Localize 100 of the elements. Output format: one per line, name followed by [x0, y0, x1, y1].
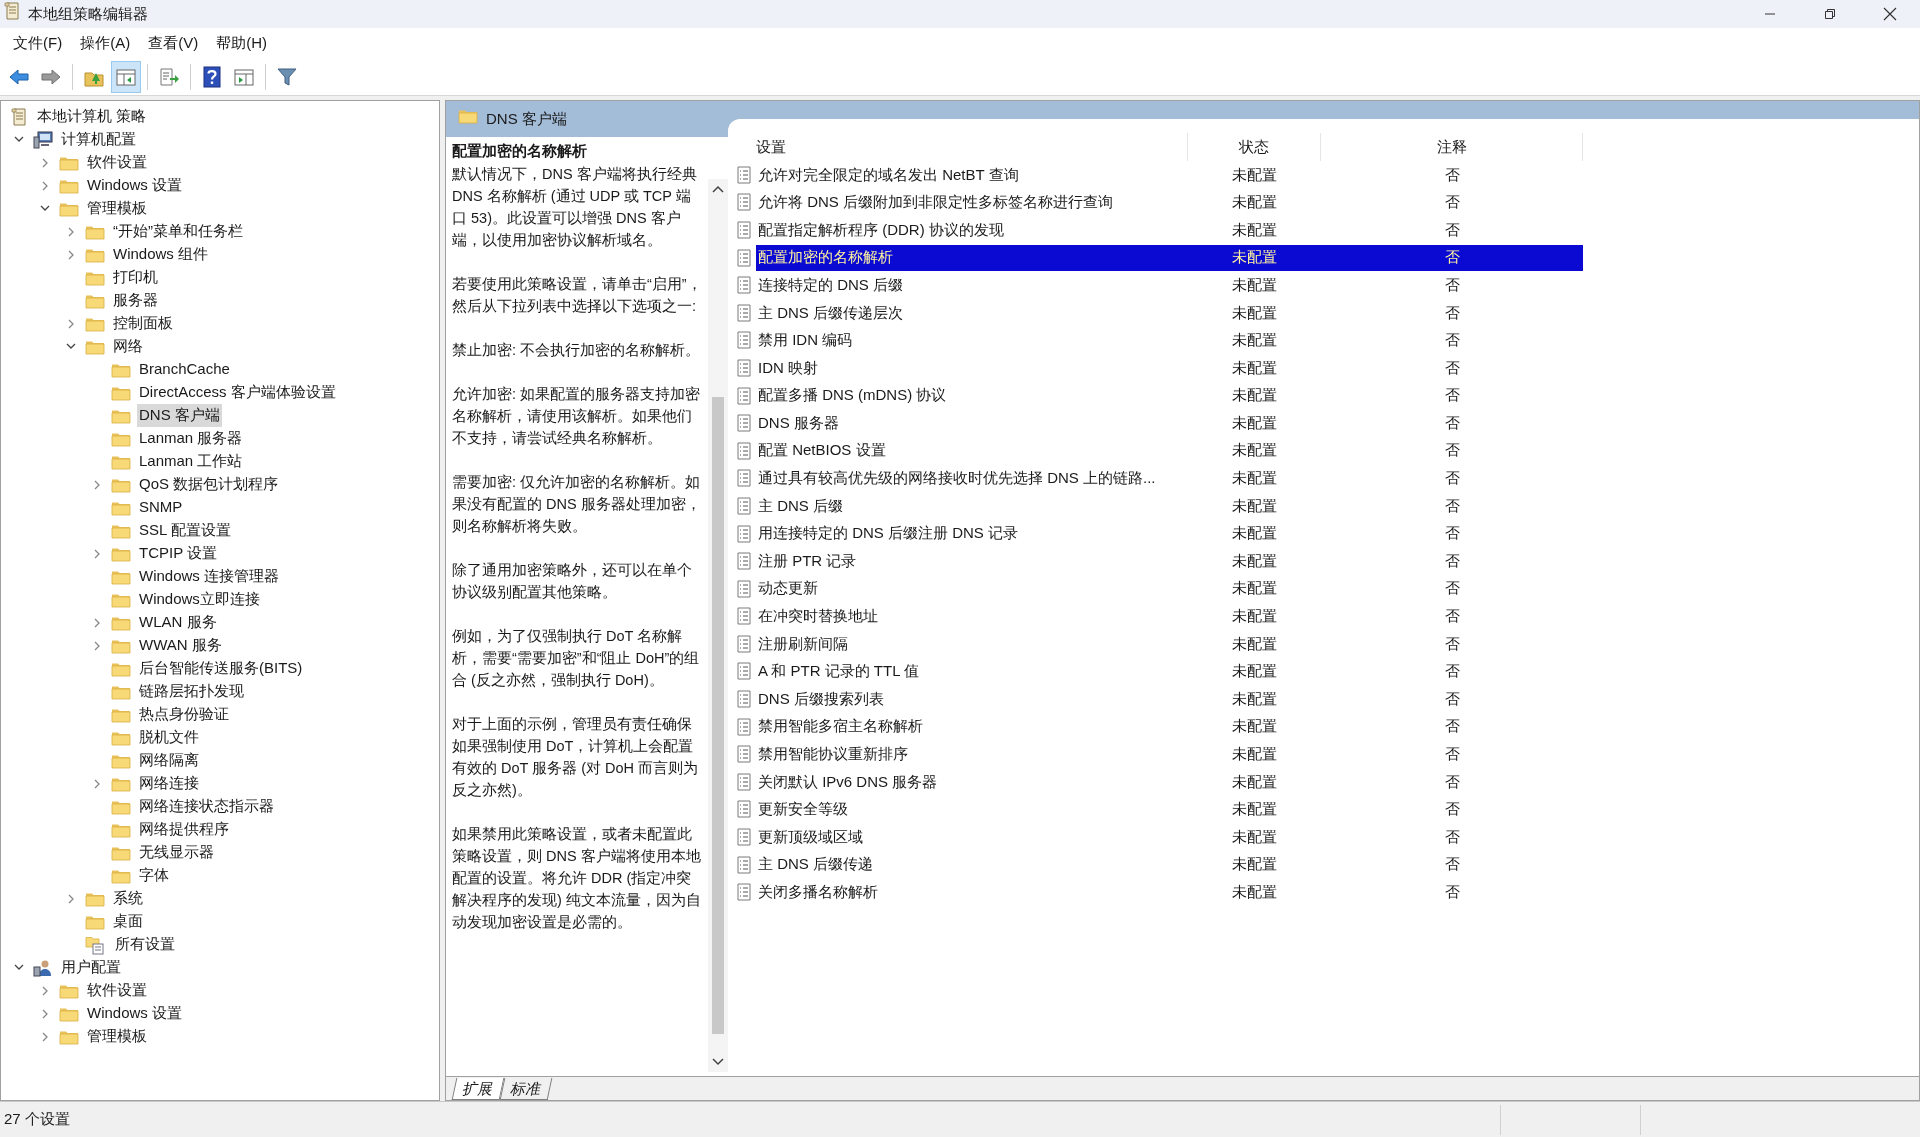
tree-item[interactable]: Windows 设置: [85, 174, 185, 197]
tree-item[interactable]: 网络: [111, 335, 145, 358]
tree-item[interactable]: BranchCache: [137, 358, 232, 381]
expand-chevron-icon[interactable]: [67, 893, 75, 904]
collapse-chevron-icon[interactable]: [14, 136, 24, 143]
tree-item[interactable]: 桌面: [111, 910, 145, 933]
tree-item[interactable]: TCPIP 设置: [137, 542, 220, 565]
column-header[interactable]: 设置: [736, 133, 1188, 161]
table-row[interactable]: 连接特定的 DNS 后缀 未配置 否: [756, 272, 1583, 299]
tree-item[interactable]: 打印机: [111, 266, 160, 289]
table-row[interactable]: 更新顶级域区域 未配置 否: [756, 824, 1583, 851]
table-row[interactable]: 配置 NetBIOS 设置 未配置 否: [756, 437, 1583, 464]
tree-item[interactable]: 所有设置: [113, 933, 177, 956]
tree-item[interactable]: Lanman 服务器: [137, 427, 245, 450]
tree-item[interactable]: 用户配置: [59, 956, 123, 979]
menu-item[interactable]: 文件(F): [4, 30, 72, 56]
tree-item[interactable]: 无线显示器: [137, 841, 216, 864]
expand-chevron-icon[interactable]: [41, 985, 49, 996]
table-row[interactable]: 注册刷新间隔 未配置 否: [756, 630, 1583, 657]
expand-chevron-icon[interactable]: [41, 1008, 49, 1019]
table-row[interactable]: 配置多播 DNS (mDNS) 协议 未配置 否: [756, 382, 1583, 409]
table-row[interactable]: 主 DNS 后缀传递 未配置 否: [756, 851, 1583, 878]
expand-chevron-icon[interactable]: [93, 778, 101, 789]
table-row[interactable]: 注册 PTR 记录 未配置 否: [756, 548, 1583, 575]
tree-item[interactable]: 网络连接状态指示器: [137, 795, 276, 818]
table-row[interactable]: IDN 映射 未配置 否: [756, 354, 1583, 381]
expand-chevron-icon[interactable]: [93, 479, 101, 490]
console-tree-icon[interactable]: [111, 60, 141, 93]
scrollbar[interactable]: [708, 179, 728, 1072]
table-row[interactable]: 禁用智能协议重新排序 未配置 否: [756, 741, 1583, 768]
tree-item[interactable]: 热点身份验证: [137, 703, 231, 726]
tree-item[interactable]: 网络隔离: [137, 749, 201, 772]
tree-item[interactable]: 系统: [111, 887, 145, 910]
expand-chevron-icon[interactable]: [67, 249, 75, 260]
expand-chevron-icon[interactable]: [93, 640, 101, 651]
tree-item[interactable]: WWAN 服务: [137, 634, 224, 657]
tree-item[interactable]: DirectAccess 客户端体验设置: [137, 381, 338, 404]
tree-item[interactable]: Windows立即连接: [137, 588, 262, 611]
table-row[interactable]: 配置指定解析程序 (DDR) 协议的发现 未配置 否: [756, 217, 1583, 243]
restore-icon[interactable]: [1824, 8, 1836, 20]
table-row[interactable]: 禁用智能多宿主名称解析 未配置 否: [756, 713, 1583, 740]
tree-item[interactable]: SSL 配置设置: [137, 519, 233, 542]
tab[interactable]: 标准: [499, 1078, 553, 1100]
tree-item[interactable]: QoS 数据包计划程序: [137, 473, 281, 496]
expand-chevron-icon[interactable]: [41, 180, 49, 191]
table-row[interactable]: 配置加密的名称解析 未配置 否: [756, 244, 1583, 271]
tree-item[interactable]: SNMP: [137, 496, 185, 519]
collapse-chevron-icon[interactable]: [14, 964, 24, 971]
tree-item[interactable]: Windows 设置: [85, 1002, 185, 1025]
table-row[interactable]: 关闭默认 IPv6 DNS 服务器 未配置 否: [756, 768, 1583, 795]
column-header[interactable]: 注释: [1321, 133, 1583, 161]
tree-item[interactable]: 计算机配置: [59, 128, 138, 151]
menu-item[interactable]: 帮助(H): [207, 30, 276, 56]
table-row[interactable]: 关闭多播名称解析 未配置 否: [756, 879, 1583, 906]
collapse-chevron-icon[interactable]: [66, 343, 76, 350]
tree-item[interactable]: 脱机文件: [137, 726, 201, 749]
expand-chevron-icon[interactable]: [67, 318, 75, 329]
tree-item[interactable]: DNS 客户端: [137, 404, 222, 427]
tree-item[interactable]: 字体: [137, 864, 171, 887]
tree-item[interactable]: 网络连接: [137, 772, 201, 795]
tab[interactable]: 扩展: [451, 1078, 505, 1100]
tree-item[interactable]: “开始”菜单和任务栏: [111, 220, 245, 243]
tree-item[interactable]: 网络提供程序: [137, 818, 231, 841]
tree-item[interactable]: WLAN 服务: [137, 611, 219, 634]
expand-chevron-icon[interactable]: [41, 157, 49, 168]
tree-item[interactable]: 管理模板: [85, 1025, 149, 1048]
table-row[interactable]: 在冲突时替换地址 未配置 否: [756, 603, 1583, 630]
table-row[interactable]: A 和 PTR 记录的 TTL 值 未配置 否: [756, 658, 1583, 685]
expand-chevron-icon[interactable]: [41, 1031, 49, 1042]
tree-item[interactable]: 后台智能传送服务(BITS): [137, 657, 305, 680]
table-row[interactable]: DNS 后缀搜索列表 未配置 否: [756, 686, 1583, 713]
table-row[interactable]: 动态更新 未配置 否: [756, 575, 1583, 602]
table-row[interactable]: 用连接特定的 DNS 后缀注册 DNS 记录 未配置 否: [756, 520, 1583, 547]
table-row[interactable]: DNS 服务器 未配置 否: [756, 410, 1583, 437]
tree-item[interactable]: 链路层拓扑发现: [137, 680, 246, 703]
table-row[interactable]: 禁用 IDN 编码 未配置 否: [756, 327, 1583, 354]
table-row[interactable]: 主 DNS 后缀传递层次 未配置 否: [756, 299, 1583, 326]
column-header[interactable]: 状态: [1188, 133, 1321, 161]
close-icon[interactable]: [1883, 7, 1897, 21]
tree-item[interactable]: 本地计算机 策略: [35, 105, 149, 128]
menu-item[interactable]: 查看(V): [139, 30, 208, 56]
tree-item[interactable]: 软件设置: [85, 151, 149, 174]
tree-item[interactable]: Windows 连接管理器: [137, 565, 282, 588]
table-row[interactable]: 允许对完全限定的域名发出 NetBT 查询 未配置 否: [756, 161, 1583, 188]
tree-item[interactable]: 管理模板: [85, 197, 149, 220]
table-row[interactable]: 通过具有较高优先级的网络接收时优先选择 DNS 上的链路... 未配置 否: [756, 465, 1583, 492]
tree-item[interactable]: 控制面板: [111, 312, 175, 335]
collapse-chevron-icon[interactable]: [40, 205, 50, 212]
table-row[interactable]: 主 DNS 后缀 未配置 否: [756, 492, 1583, 519]
menu-item[interactable]: 操作(A): [71, 30, 140, 56]
tree-item[interactable]: 软件设置: [85, 979, 149, 1002]
policy-setting-icon: [736, 386, 752, 405]
table-row[interactable]: 更新安全等级 未配置 否: [756, 796, 1583, 823]
expand-chevron-icon[interactable]: [93, 617, 101, 628]
tree-item[interactable]: 服务器: [111, 289, 160, 312]
table-row[interactable]: 允许将 DNS 后缀附加到非限定性多标签名称进行查询 未配置 否: [756, 189, 1583, 216]
expand-chevron-icon[interactable]: [93, 548, 101, 559]
expand-chevron-icon[interactable]: [67, 226, 75, 237]
tree-item[interactable]: Lanman 工作站: [137, 450, 245, 473]
tree-item[interactable]: Windows 组件: [111, 243, 211, 266]
